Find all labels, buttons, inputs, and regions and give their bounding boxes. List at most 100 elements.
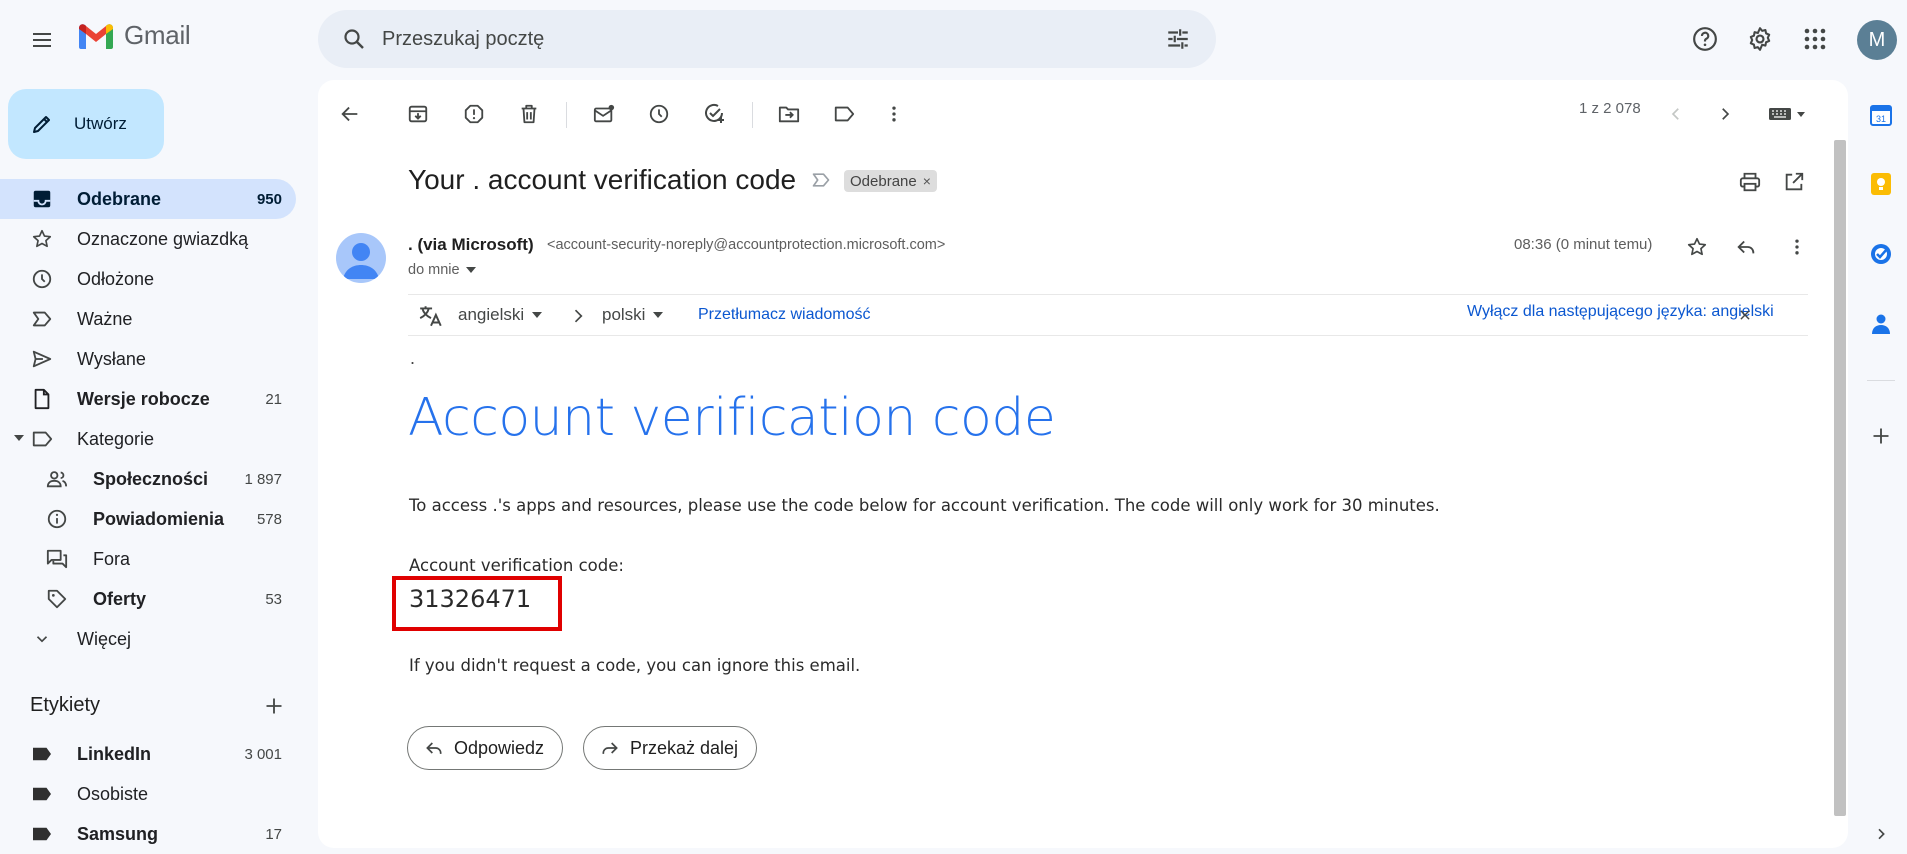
sidebar-item-inbox[interactable]: Odebrane 950 xyxy=(0,179,296,219)
back-arrow-icon[interactable] xyxy=(330,94,370,134)
sidebar-item-label: Kategorie xyxy=(77,428,155,449)
email-view: 1 z 2 078 Your . account verification co… xyxy=(318,80,1848,848)
sidebar-item-more[interactable]: Więcej xyxy=(0,619,296,659)
send-icon xyxy=(30,347,54,371)
sidebar-item-label: Odłożone xyxy=(77,268,155,289)
email-scrollbar[interactable] xyxy=(1834,140,1846,816)
sidebar-item-label: Odebrane xyxy=(77,188,162,209)
print-icon[interactable] xyxy=(1730,162,1770,202)
newer-chevron-icon[interactable] xyxy=(1656,94,1696,134)
source-language-dropdown[interactable]: angielski xyxy=(458,305,543,325)
move-to-icon[interactable] xyxy=(769,94,809,134)
sidebar-label-osobiste[interactable]: Osobiste xyxy=(0,774,296,814)
label-as-icon[interactable] xyxy=(824,94,864,134)
sender-email: <account-security-noreply@accountprotect… xyxy=(547,237,946,253)
settings-gear-icon[interactable] xyxy=(1740,19,1780,59)
sidebar-label-samsung[interactable]: Samsung 17 xyxy=(0,814,296,854)
chevron-right-icon xyxy=(568,306,588,326)
verification-code: 31326471 xyxy=(409,585,532,613)
sidebar-item-label: Ważne xyxy=(77,308,133,329)
app-name: Gmail xyxy=(124,20,191,50)
clock-icon xyxy=(30,267,54,291)
compose-label: Utwórz xyxy=(74,114,127,133)
importance-marker-icon[interactable] xyxy=(810,170,832,190)
tasks-icon[interactable] xyxy=(1865,238,1897,270)
report-spam-icon[interactable] xyxy=(454,94,494,134)
sender-avatar[interactable] xyxy=(336,233,386,283)
forum-icon xyxy=(45,547,69,571)
sidebar-item-label: Osobiste xyxy=(77,783,149,804)
email-footer-text: If you didn't request a code, you can ig… xyxy=(409,656,861,675)
toolbar-divider xyxy=(752,102,753,128)
svg-text:31: 31 xyxy=(1876,114,1886,124)
sidebar-item-sent[interactable]: Wysłane xyxy=(0,339,296,379)
sidebar-item-drafts[interactable]: Wersje robocze 21 xyxy=(0,379,296,419)
sidebar-item-promotions[interactable]: Oferty 53 xyxy=(0,579,296,619)
contacts-icon[interactable] xyxy=(1865,308,1897,340)
mark-unread-icon[interactable] xyxy=(584,94,624,134)
translate-message-link[interactable]: Przetłumacz wiadomość xyxy=(698,306,871,324)
reply-button[interactable]: Odpowiedz xyxy=(407,726,564,770)
label-tag-icon xyxy=(30,822,54,846)
main-menu-icon[interactable] xyxy=(22,20,62,60)
apps-grid-icon[interactable] xyxy=(1795,19,1835,59)
gmail-m-icon xyxy=(79,23,113,49)
sidebar-item-label: Samsung xyxy=(77,823,159,844)
sidebar-item-label: Wersje robocze xyxy=(77,388,210,409)
star-icon[interactable] xyxy=(1677,227,1717,267)
expand-side-panel-icon[interactable] xyxy=(1865,818,1897,850)
more-actions-icon[interactable] xyxy=(1777,227,1817,267)
keep-notes-icon[interactable] xyxy=(1865,168,1897,200)
close-icon[interactable] xyxy=(1738,308,1752,322)
compose-button[interactable]: Utwórz xyxy=(8,89,164,159)
email-timestamp: 08:36 (0 minut temu) xyxy=(1514,236,1653,253)
search-icon[interactable] xyxy=(334,19,374,59)
add-task-icon[interactable] xyxy=(694,94,734,134)
gmail-logo[interactable]: Gmail xyxy=(76,20,191,51)
search-options-icon[interactable] xyxy=(1158,19,1198,59)
input-tools-keyboard-icon[interactable] xyxy=(1760,94,1816,134)
calendar-icon[interactable]: 31 xyxy=(1865,99,1897,131)
draft-icon xyxy=(30,387,54,411)
open-in-new-window-icon[interactable] xyxy=(1774,162,1814,202)
label-icon xyxy=(30,427,54,451)
add-label-icon[interactable] xyxy=(258,690,290,722)
delete-icon[interactable] xyxy=(509,94,549,134)
important-icon xyxy=(30,307,54,331)
recipient-details[interactable]: do mnie xyxy=(408,262,476,278)
sidebar-item-social[interactable]: Społeczności 1 897 xyxy=(0,459,296,499)
sidebar-item-snoozed[interactable]: Odłożone xyxy=(0,259,296,299)
sidebar-label-linkedin[interactable]: LinkedIn 3 001 xyxy=(0,734,296,774)
target-language-dropdown[interactable]: polski xyxy=(602,305,664,325)
snooze-clock-icon[interactable] xyxy=(639,94,679,134)
sidebar-item-label: Fora xyxy=(93,548,131,569)
older-chevron-icon[interactable] xyxy=(1705,94,1745,134)
help-icon[interactable] xyxy=(1685,19,1725,59)
search-input[interactable] xyxy=(382,27,1158,51)
sidebar-item-label: Wysłane xyxy=(77,348,146,369)
sidebar-item-important[interactable]: Ważne xyxy=(0,299,296,339)
top-bar: Gmail M xyxy=(0,0,1907,78)
social-count: 1 897 xyxy=(244,470,282,488)
sidebar-item-categories[interactable]: Kategorie xyxy=(0,419,296,459)
sidebar-item-forums[interactable]: Fora xyxy=(0,539,296,579)
sidebar-item-updates[interactable]: Powiadomienia 578 xyxy=(0,499,296,539)
account-avatar[interactable]: M xyxy=(1857,20,1897,60)
info-icon xyxy=(45,507,69,531)
expand-arrow-icon[interactable] xyxy=(14,433,24,443)
remove-label-icon[interactable]: × xyxy=(923,173,931,189)
unread-count: 950 xyxy=(256,190,282,208)
reply-icon[interactable] xyxy=(1726,227,1766,267)
promotions-count: 53 xyxy=(265,590,282,608)
forward-arrow-icon xyxy=(600,738,620,758)
sidebar-item-starred[interactable]: Oznaczone gwiazdką xyxy=(0,219,296,259)
archive-icon[interactable] xyxy=(398,94,438,134)
star-icon xyxy=(30,227,54,251)
sender-name[interactable]: . (via Microsoft) xyxy=(408,235,534,255)
add-addon-icon[interactable] xyxy=(1865,420,1897,452)
caret-down-icon xyxy=(532,310,543,320)
label-count: 3 001 xyxy=(244,745,282,763)
more-vertical-icon[interactable] xyxy=(874,94,914,134)
forward-button[interactable]: Przekaż dalej xyxy=(583,726,758,770)
disable-translation-link[interactable]: Wyłącz dla następującego języka: angiels… xyxy=(1467,303,1774,321)
